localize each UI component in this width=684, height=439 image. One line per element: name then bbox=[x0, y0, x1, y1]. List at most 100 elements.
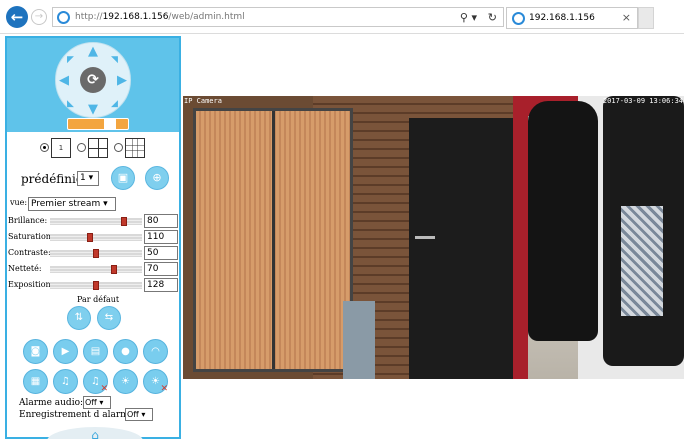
sd-card-icon: ▦ bbox=[30, 376, 41, 387]
brightness-row: Brillance: 80 bbox=[8, 214, 180, 229]
ptz-down-right-icon[interactable]: ◢ bbox=[111, 98, 118, 111]
alarm-on-button[interactable]: ♫ bbox=[53, 369, 78, 394]
default-label: Par défaut bbox=[77, 295, 120, 304]
scene-jacket bbox=[528, 101, 598, 341]
snapshot-button[interactable]: ◙ bbox=[23, 339, 48, 364]
alarm-off-button[interactable]: ♫ ✕ bbox=[83, 369, 108, 394]
browser-tab[interactable]: 192.168.1.156 × bbox=[506, 7, 638, 29]
light-off-button[interactable]: ☀ ✕ bbox=[143, 369, 168, 394]
saturation-value[interactable]: 110 bbox=[144, 230, 178, 244]
contrast-value[interactable]: 50 bbox=[144, 246, 178, 260]
flip-horizontal-button[interactable]: ⇆ bbox=[97, 306, 121, 330]
brightness-label: Brillance: bbox=[8, 216, 48, 225]
ptz-up-icon[interactable]: ▲ bbox=[88, 45, 98, 58]
forward-arrow-icon: → bbox=[34, 11, 44, 22]
tab-ie-icon bbox=[512, 12, 525, 25]
browser-toolbar: ← → http://192.168.1.156/web/admin.html … bbox=[0, 0, 684, 34]
refresh-icon[interactable]: ↻ bbox=[488, 10, 497, 25]
light-on-button[interactable]: ☀ bbox=[113, 369, 138, 394]
goto-preset-button[interactable]: ⊕ bbox=[145, 166, 169, 190]
scene-door-handle bbox=[415, 236, 435, 239]
scene-door bbox=[409, 118, 517, 379]
camera-view[interactable]: IP Camera 2017-03-09 13:06:34 bbox=[183, 96, 684, 379]
exposure-value[interactable]: 128 bbox=[144, 278, 178, 292]
sharpness-slider[interactable] bbox=[50, 265, 142, 274]
saturation-row: Saturation: 110 bbox=[8, 230, 180, 245]
alarm-recording-label: Enregistrement d alarme: bbox=[19, 410, 138, 420]
camera-label: IP Camera bbox=[184, 97, 222, 105]
ptz-right-icon[interactable]: ▶ bbox=[117, 74, 127, 87]
ptz-up-right-icon[interactable]: ◥ bbox=[111, 54, 118, 67]
sd-record-button[interactable]: ▤ bbox=[83, 339, 108, 364]
light-icon: ☀ bbox=[121, 376, 130, 387]
contrast-knob[interactable] bbox=[93, 249, 99, 258]
ptz-left-icon[interactable]: ◀ bbox=[59, 74, 69, 87]
preset-select[interactable]: 1 ▾ bbox=[77, 171, 99, 186]
ptz-down-left-icon[interactable]: ◣ bbox=[67, 98, 74, 111]
camera-timestamp: 2017-03-09 13:06:34 bbox=[602, 97, 683, 105]
contrast-row: Contraste: 50 bbox=[8, 246, 180, 261]
microphone-icon: ● bbox=[121, 346, 130, 357]
view-layout-selector: 1 bbox=[37, 136, 177, 158]
tab-close-icon[interactable]: × bbox=[622, 11, 631, 25]
save-preset-button[interactable]: ▣ bbox=[111, 166, 135, 190]
layout-4-icon[interactable] bbox=[88, 138, 108, 158]
home-button[interactable]: ⌂ bbox=[47, 427, 143, 439]
forward-button[interactable]: → bbox=[31, 9, 47, 25]
exposure-slider[interactable] bbox=[50, 281, 142, 290]
scene-cabinet bbox=[193, 108, 353, 372]
exposure-knob[interactable] bbox=[93, 281, 99, 290]
brightness-knob[interactable] bbox=[120, 217, 127, 226]
scene-box bbox=[343, 301, 375, 379]
alarm-recording-select[interactable]: Off ▾ bbox=[125, 408, 153, 421]
preset-row: prédéfinie: 1 ▾ ▣ ⊕ bbox=[21, 166, 177, 192]
saturation-label: Saturation: bbox=[8, 232, 54, 241]
tab-title: 192.168.1.156 bbox=[529, 13, 595, 23]
new-tab-button[interactable] bbox=[638, 7, 654, 29]
saturation-knob[interactable] bbox=[86, 233, 93, 242]
brightness-value[interactable]: 80 bbox=[144, 214, 178, 228]
layout-radio-1[interactable] bbox=[40, 143, 49, 152]
layout-9-icon[interactable] bbox=[125, 138, 145, 158]
video-camera-icon: ▶ bbox=[61, 346, 70, 357]
sharpness-knob[interactable] bbox=[111, 265, 118, 274]
ptz-cruise-icon[interactable]: ⟳ bbox=[80, 67, 106, 93]
back-arrow-icon: ← bbox=[10, 8, 24, 26]
film-icon: ▤ bbox=[90, 346, 101, 357]
record-button[interactable]: ▶ bbox=[53, 339, 78, 364]
exposure-label: Exposition: bbox=[8, 280, 54, 289]
saturation-slider[interactable] bbox=[50, 233, 142, 242]
stream-row: vue: Premier stream ▾ bbox=[10, 197, 170, 213]
target-icon: ⊕ bbox=[152, 171, 162, 184]
exposure-row: Exposition: 128 bbox=[8, 278, 180, 293]
flip-vertical-button[interactable]: ⇅ bbox=[67, 306, 91, 330]
microphone-button[interactable]: ● bbox=[113, 339, 138, 364]
scene-shirt bbox=[621, 206, 663, 316]
ptz-speed-knob[interactable] bbox=[104, 119, 116, 129]
ptz-down-icon[interactable]: ▼ bbox=[88, 103, 98, 116]
contrast-label: Contraste: bbox=[8, 248, 51, 257]
bell-off-icon: ♫ bbox=[91, 376, 100, 387]
brightness-slider[interactable] bbox=[50, 217, 142, 226]
layout-radio-9[interactable] bbox=[114, 143, 123, 152]
layout-1-icon[interactable]: 1 bbox=[51, 138, 71, 158]
ptz-panel: ▲ ▼ ◀ ▶ ◤ ◥ ◣ ◢ ⟳ bbox=[7, 38, 179, 132]
sd-card-button[interactable]: ▦ bbox=[23, 369, 48, 394]
address-url: http://192.168.1.156/web/admin.html bbox=[75, 12, 245, 22]
layout-radio-4[interactable] bbox=[77, 143, 86, 152]
control-sidebar: ▲ ▼ ◀ ▶ ◤ ◥ ◣ ◢ ⟳ 1 prédéfinie: 1 ▾ ▣ ⊕ … bbox=[5, 36, 181, 439]
address-bar[interactable]: http://192.168.1.156/web/admin.html ⚲ ▾ … bbox=[52, 7, 504, 27]
sharpness-label: Netteté: bbox=[8, 264, 42, 273]
app-window: ← → http://192.168.1.156/web/admin.html … bbox=[0, 0, 684, 439]
ptz-up-left-icon[interactable]: ◤ bbox=[67, 54, 74, 67]
stream-select[interactable]: Premier stream ▾ bbox=[28, 197, 116, 211]
bell-icon: ♫ bbox=[61, 376, 70, 387]
ptz-speed-slider[interactable] bbox=[67, 118, 129, 130]
headphones-button[interactable]: ◠ bbox=[143, 339, 168, 364]
flip-vertical-icon: ⇅ bbox=[74, 312, 84, 323]
sharpness-value[interactable]: 70 bbox=[144, 262, 178, 276]
back-button[interactable]: ← bbox=[6, 6, 28, 28]
contrast-slider[interactable] bbox=[50, 249, 142, 258]
headphones-icon: ◠ bbox=[151, 346, 160, 357]
search-icon[interactable]: ⚲ ▾ bbox=[460, 10, 477, 25]
